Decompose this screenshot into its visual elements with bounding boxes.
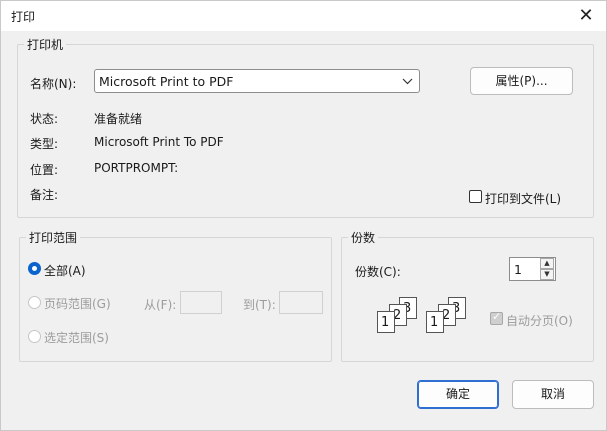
print-to-file-checkbox[interactable] (469, 190, 482, 203)
copies-spinbox[interactable]: 1 ▲ ▼ (509, 257, 556, 281)
range-pages-label[interactable]: 页码范围(G) (44, 295, 111, 312)
location-label: 位置: (30, 163, 59, 177)
copies-group: 份数 (341, 229, 594, 362)
cancel-button[interactable]: 取消 (512, 380, 594, 409)
collate-checkbox[interactable]: ✓ (490, 310, 503, 325)
copies-value: 1 (514, 262, 522, 277)
range-all-label[interactable]: 全部(A) (44, 262, 86, 279)
type-label: 类型: (30, 137, 59, 151)
location-value: PORTPROMPT: (94, 161, 179, 175)
range-pages-radio[interactable] (28, 296, 41, 309)
range-all-radio[interactable] (28, 262, 41, 275)
range-to-label: 到(T): (243, 298, 276, 312)
status-label: 状态: (30, 112, 59, 126)
close-icon[interactable]: ✕ (574, 4, 598, 28)
status-value: 准备就绪 (94, 112, 143, 126)
range-selection-label[interactable]: 选定范围(S) (44, 329, 109, 346)
printer-group-legend: 打印机 (27, 38, 64, 52)
print-dialog: 打印 ✕ 打印机 名称(N): Microsoft Print to PDF 属… (0, 0, 607, 431)
collate-pages-icon: 3 2 1 (426, 297, 474, 335)
printer-name-label: 名称(N): (30, 77, 77, 91)
range-to-input[interactable] (279, 291, 323, 314)
comment-label: 备注: (30, 188, 59, 202)
checkmark-icon: ✓ (492, 310, 502, 323)
dialog-title: 打印 (11, 10, 36, 24)
range-from-label: 从(F): (144, 298, 177, 312)
type-value: Microsoft Print To PDF (94, 135, 224, 149)
copies-label: 份数(C): (355, 265, 401, 279)
range-selection-radio[interactable] (28, 330, 41, 343)
collate-label[interactable]: 自动分页(O) (506, 312, 573, 329)
range-from-input[interactable] (180, 291, 222, 314)
printer-select-value: Microsoft Print to PDF (99, 74, 234, 89)
copies-legend: 份数 (351, 231, 376, 245)
properties-button[interactable]: 属性(P)... (470, 67, 573, 95)
spin-up-icon[interactable]: ▲ (540, 258, 554, 269)
printer-select[interactable]: Microsoft Print to PDF (94, 69, 420, 93)
print-range-legend: 打印范围 (29, 231, 78, 245)
chevron-down-icon (402, 73, 413, 92)
ok-button[interactable]: 确定 (417, 380, 499, 409)
print-to-file-label[interactable]: 打印到文件(L) (485, 190, 561, 207)
spin-down-icon[interactable]: ▼ (540, 269, 554, 280)
collate-pages-icon: 3 2 1 (377, 297, 425, 335)
title-bar: 打印 ✕ (1, 1, 606, 31)
